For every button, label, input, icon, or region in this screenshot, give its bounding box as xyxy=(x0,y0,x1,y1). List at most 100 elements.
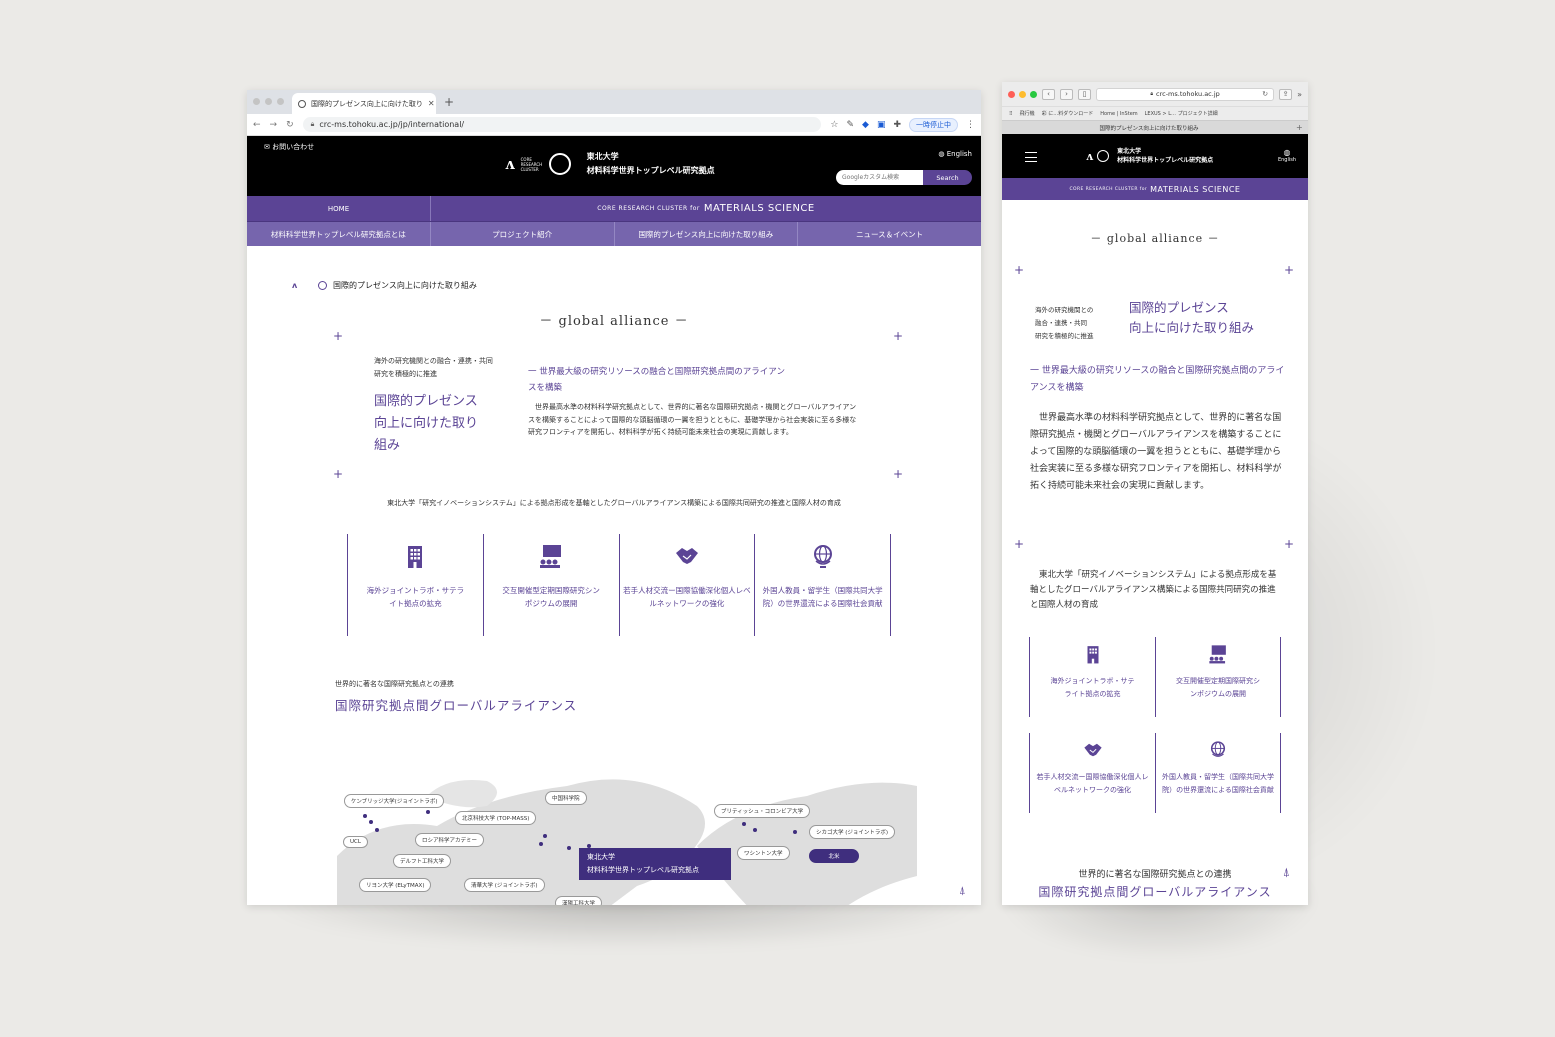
map-marker[interactable] xyxy=(539,842,543,846)
close-tab-icon[interactable]: ✕ xyxy=(428,99,435,108)
map-marker[interactable] xyxy=(742,822,746,826)
tohoku-seal-icon xyxy=(548,153,571,175)
mobile-site-header: ʌ 東北大学 材料科学世界トップレベル研究拠点 ◍ English xyxy=(1002,134,1308,178)
reload-icon[interactable]: ↻ xyxy=(286,120,294,130)
reload-icon[interactable]: ↻ xyxy=(1262,90,1268,98)
crc-main: MATERIALS SCIENCE xyxy=(703,203,815,214)
alliance-heading: 国際研究拠点間グローバルアライアンス xyxy=(1038,885,1272,899)
map-label[interactable]: デルフト工科大学 xyxy=(393,854,452,868)
puzzle-icon[interactable]: ✚ xyxy=(893,120,901,130)
language-label: English xyxy=(1277,157,1296,163)
card-symposium: 交互開催型定期国際研究シンポジウムの展開 xyxy=(1155,637,1281,717)
nav-item-projects[interactable]: プロジェクト紹介 xyxy=(431,222,615,246)
share-icon[interactable]: ⇪ xyxy=(1279,88,1293,100)
extensions-area: ☆ ✎ ◆ ▣ ✚ 一時停止中 ⋮ xyxy=(830,117,975,132)
bookmark-star-icon[interactable]: ☆ xyxy=(830,120,838,130)
map-label[interactable]: ケンブリッジ大学(ジョイントラボ) xyxy=(344,794,445,808)
nav-item-international[interactable]: 国際的プレゼンス向上に向けた取り組み xyxy=(615,222,799,246)
site-header: ✉ お問い合わせ ʌ CORE RESEARCH CLUSTER 東北大学 材料… xyxy=(247,136,981,196)
grid-icon[interactable]: ⠿ xyxy=(1009,111,1013,117)
extension-icon[interactable]: ◆ xyxy=(862,120,869,130)
bookmark-item[interactable]: LEXUS > L… プロジェクト詳細 xyxy=(1145,110,1218,117)
card-young-talent: 若手人材交流ー国際協働深化個人レベルネットワークの強化 xyxy=(618,534,755,636)
mobile-site-logo[interactable]: ʌ 東北大学 材料科学世界トップレベル研究拠点 xyxy=(1086,147,1213,165)
map-marker[interactable] xyxy=(363,814,367,818)
card-joint-lab: 海外ジョイントラボ・サテライト拠点の拡充 xyxy=(347,534,483,636)
forward-icon[interactable]: › xyxy=(1060,88,1073,100)
innovation-statement: 東北大学「研究イノベーションシステム」による拠点形成を基軸としたグローバルアライ… xyxy=(387,499,841,507)
address-bar-url: crc-ms.tohoku.ac.jp/jp/international/ xyxy=(319,120,465,129)
plus-ornament-icon: + xyxy=(1014,537,1025,551)
map-marker[interactable] xyxy=(567,846,571,850)
mobile-page-content: － global alliance － + + 海外の研究機関との 融合・連携・… xyxy=(1002,200,1308,900)
map-label[interactable]: シカゴ大学 (ジョイントラボ) xyxy=(809,825,896,839)
bookmark-item[interactable]: Home | InStem xyxy=(1100,111,1137,117)
scroll-top-icon[interactable]: ⍋ xyxy=(1283,865,1290,880)
hamburger-icon[interactable] xyxy=(1025,152,1037,162)
map-marker[interactable] xyxy=(753,828,757,832)
new-tab-icon[interactable]: + xyxy=(444,95,454,109)
map-label[interactable]: 清華大学 (ジョイントラボ) xyxy=(464,878,545,892)
card-label: 若手人材交流ー国際協働深化個人レベルネットワークの強化 xyxy=(1036,773,1149,794)
address-bar[interactable]: 🔒︎ crc-ms.tohoku.ac.jp ↻ xyxy=(1096,87,1275,101)
map-label[interactable]: ワシントン大学 xyxy=(737,846,790,860)
extension-icon[interactable]: ▣ xyxy=(877,120,886,130)
globe-icon xyxy=(813,545,832,568)
language-switch[interactable]: ◍ English xyxy=(1278,148,1296,163)
map-label[interactable]: UCL xyxy=(343,836,368,848)
browser-tab-title: 国際的プレゼンス向上に向けた取り xyxy=(311,99,423,108)
language-switch[interactable]: ◍ English xyxy=(938,150,972,158)
profile-pause-button[interactable]: 一時停止中 xyxy=(909,117,958,132)
forward-icon[interactable]: → xyxy=(270,120,278,130)
sub-heading: 一 世界最大級の研究リソースの融合と国際研究拠点間のアライアンスを構築 xyxy=(1030,366,1285,393)
map-label[interactable]: 中国科学院 xyxy=(545,791,587,805)
map-label[interactable]: 漢陽工科大学 xyxy=(555,896,603,905)
map-marker[interactable] xyxy=(375,828,379,832)
language-label: English xyxy=(946,150,972,158)
bookmark-item[interactable]: 彩 に…料ダウンロード xyxy=(1042,110,1094,117)
map-marker[interactable] xyxy=(543,834,547,838)
safari-tab-title[interactable]: 国際的プレゼンス向上に向けた取り組み xyxy=(1002,124,1296,132)
globe-icon: ◍ xyxy=(938,150,945,158)
more-icon[interactable]: » xyxy=(1297,90,1302,99)
browser-tab[interactable]: 国際的プレゼンス向上に向けた取り ✕ xyxy=(292,93,436,114)
map-label[interactable]: 北京科技大学 (TOP-MASS) xyxy=(455,811,537,825)
nav-home[interactable]: HOME xyxy=(247,196,431,221)
window-controls[interactable] xyxy=(1008,90,1037,98)
innovation-statement: 東北大学「研究イノベーションシステム」による拠点形成を基軸としたグローバルアライ… xyxy=(1030,570,1277,610)
site-logo[interactable]: ʌ CORE RESEARCH CLUSTER 東北大学 材料科学世界トップレベ… xyxy=(505,150,715,178)
contact-label: お問い合わせ xyxy=(272,143,315,151)
bookmark-item[interactable]: 飛行機 xyxy=(1020,110,1035,117)
card-global-talent: 外国人教員・留学生（国際共同大学院）の世界還流による国際社会貢献 xyxy=(1155,733,1281,813)
map-marker[interactable] xyxy=(426,810,430,814)
lead-heading: 国際的プレゼンス向上に向けた取り組み xyxy=(374,394,479,453)
sidebar-icon[interactable]: ▯ xyxy=(1078,88,1091,100)
new-tab-icon[interactable]: + xyxy=(1296,123,1308,132)
map-marker[interactable] xyxy=(793,830,797,834)
map-region-label[interactable]: 北米 xyxy=(809,849,859,863)
map-label[interactable]: ブリティッシュ・コロンビア大学 xyxy=(714,804,811,818)
safari-tab-bar: 国際的プレゼンス向上に向けた取り組み + xyxy=(1002,120,1308,134)
back-icon[interactable]: ‹ xyxy=(1042,88,1055,100)
section-title: － global alliance － xyxy=(1090,232,1220,245)
map-label[interactable]: リヨン大学 (ELyTMAX) xyxy=(359,878,432,892)
card-label: 外国人教員・留学生（国際共同大学院）の世界還流による国際社会貢献 xyxy=(762,586,883,608)
menu-icon[interactable]: ⋮ xyxy=(966,120,975,130)
search-button[interactable]: Search xyxy=(923,170,972,185)
extension-icon[interactable]: ✎ xyxy=(846,120,854,130)
search-input[interactable] xyxy=(836,170,923,185)
alliance-kicker: 世界的に著名な国際研究拠点との連携 xyxy=(1078,870,1232,880)
hq-label[interactable]: 東北大学 材料科学世界トップレベル研究拠点 xyxy=(579,848,731,880)
address-bar[interactable]: 🔒︎ crc-ms.tohoku.ac.jp/jp/international/ xyxy=(302,117,822,132)
scroll-top-icon[interactable]: ⍋ xyxy=(959,884,971,898)
nav-item-about[interactable]: 材料科学世界トップレベル研究拠点とは xyxy=(247,222,431,246)
window-controls[interactable] xyxy=(253,98,284,105)
back-icon[interactable]: ← xyxy=(253,120,261,130)
map-marker[interactable] xyxy=(369,820,373,824)
address-bar-url: crc-ms.tohoku.ac.jp xyxy=(1156,90,1220,98)
chrome-tab-strip: 国際的プレゼンス向上に向けた取り ✕ + xyxy=(247,90,981,114)
safari-toolbar: ‹ › ▯ 🔒︎ crc-ms.tohoku.ac.jp ↻ ⇪ » xyxy=(1002,82,1308,106)
contact-link[interactable]: ✉ お問い合わせ xyxy=(264,142,314,152)
nav-item-news[interactable]: ニュース＆イベント xyxy=(798,222,981,246)
map-label[interactable]: ロシア科学アカデミー xyxy=(415,833,485,847)
